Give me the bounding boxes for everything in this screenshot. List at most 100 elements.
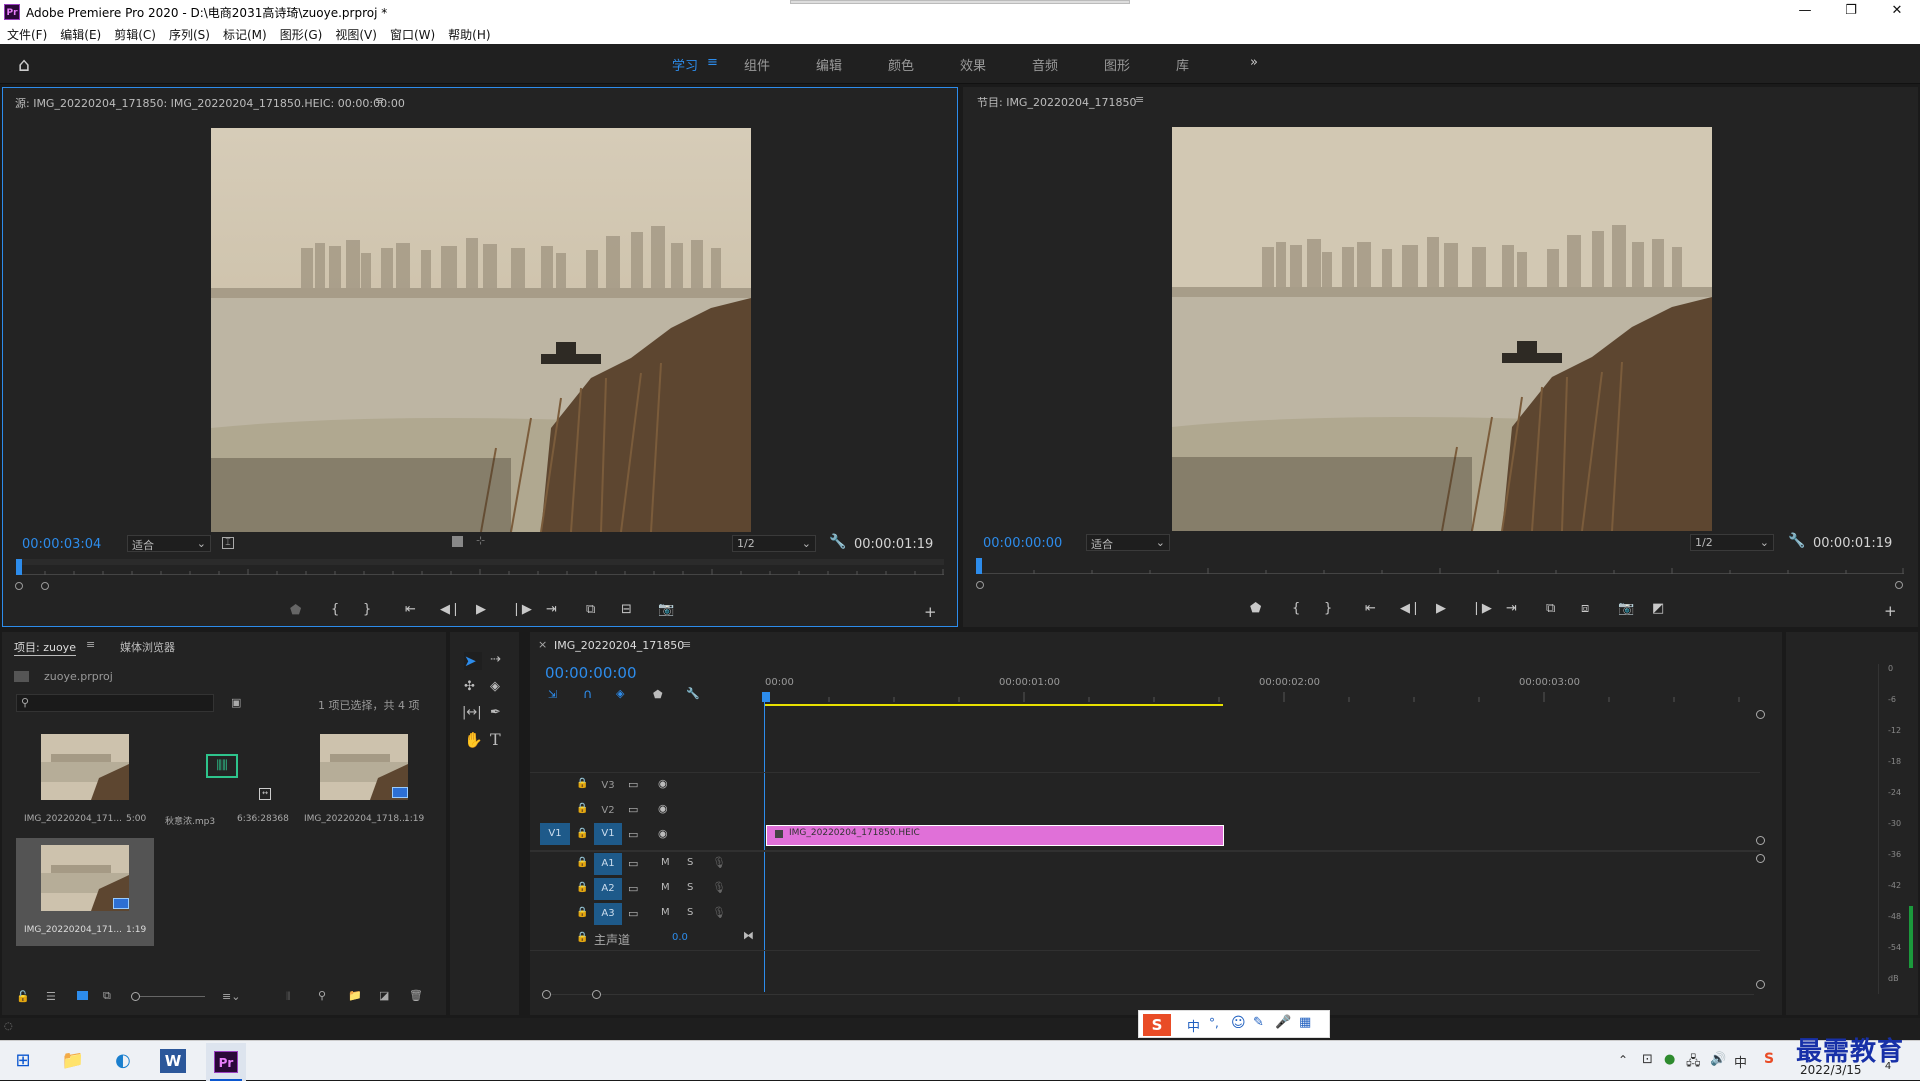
track-label-a1[interactable]: A1 — [594, 853, 622, 875]
source-monitor-title[interactable]: 源: IMG_20220204_171850: IMG_20220204_171… — [15, 95, 405, 111]
program-time-ruler[interactable] — [975, 558, 1904, 574]
h-scroll-handle[interactable] — [592, 990, 601, 999]
menu-view[interactable]: 视图(V) — [328, 24, 383, 43]
razor-tool-icon[interactable]: ◈ — [490, 679, 500, 694]
snap-icon[interactable]: ∩ — [583, 687, 593, 702]
show-hidden-icons[interactable]: ⌃ — [1618, 1053, 1628, 1067]
close-button[interactable]: ✕ — [1874, 0, 1920, 24]
zoom-slider[interactable] — [131, 992, 205, 1001]
tray-icon[interactable]: ● — [1664, 1052, 1675, 1067]
maximize-button[interactable]: ❐ — [1828, 0, 1874, 24]
workspace-libraries[interactable]: 库 — [1176, 55, 1189, 74]
workspace-effects[interactable]: 效果 — [960, 55, 986, 74]
voice-icon[interactable]: 🎤 — [1275, 1015, 1291, 1030]
lock-icon[interactable]: 🔒 — [576, 857, 588, 868]
wrench-icon[interactable]: 🔧 — [1788, 533, 1805, 549]
workspace-graphics[interactable]: 图形 — [1104, 55, 1130, 74]
film-icon[interactable]: ▭ — [628, 803, 638, 816]
h-scrollbar[interactable] — [544, 994, 1754, 995]
v-scroll-handle[interactable] — [1756, 710, 1765, 719]
workspace-learning[interactable]: 学习 — [672, 55, 698, 74]
minimize-button[interactable]: — — [1782, 0, 1828, 24]
menu-marker[interactable]: 标记(M) — [216, 24, 273, 43]
playhead-handle[interactable] — [762, 692, 770, 702]
project-item[interactable]: IMG_20220204_171... 5:00 — [16, 727, 154, 835]
film-icon[interactable]: ▭ — [628, 778, 638, 791]
workspace-assembly[interactable]: 组件 — [744, 55, 770, 74]
new-bin-from-search-icon[interactable]: ▣ — [231, 696, 241, 709]
new-item-icon[interactable]: ◪ — [379, 989, 389, 1002]
step-forward-icon[interactable]: ❘▶ — [511, 602, 532, 617]
export-frame-icon[interactable]: 📷 — [658, 602, 674, 617]
ime-mode[interactable]: 中 — [1187, 1016, 1200, 1035]
track-label-v2[interactable]: V2 — [598, 803, 618, 819]
type-tool-icon[interactable]: T — [490, 730, 501, 749]
premiere-taskbar-item[interactable]: Pr — [206, 1043, 246, 1081]
menu-sequence[interactable]: 序列(S) — [162, 24, 216, 43]
work-area-bar[interactable] — [765, 704, 1223, 706]
toolbox-icon[interactable]: ▦ — [1299, 1015, 1311, 1030]
sort-icon[interactable]: ≡⌄ — [222, 990, 240, 1003]
insert-icon[interactable]: ⧉ — [586, 602, 595, 617]
workspace-menu-icon[interactable]: ≡ — [707, 55, 718, 70]
linked-selection-icon[interactable]: ◈ — [616, 687, 624, 700]
menu-graphics[interactable]: 图形(G) — [273, 24, 329, 43]
track-select-tool-icon[interactable]: ⇢ — [490, 652, 501, 667]
lock-icon[interactable]: 🔒 — [576, 778, 588, 789]
wrench-icon[interactable]: 🔧 — [829, 534, 846, 550]
track-label-v1[interactable]: V1 — [594, 823, 622, 845]
list-view-icon[interactable]: ☰ — [46, 990, 56, 1003]
zoom-handle-left[interactable] — [15, 582, 23, 590]
overwrite-icon[interactable]: ⊟ — [621, 602, 632, 617]
lock-icon[interactable]: 🔒 — [576, 882, 588, 893]
lock-icon[interactable]: 🔒 — [576, 828, 588, 839]
a-scroll-handle[interactable] — [1756, 854, 1765, 863]
lock-icon[interactable]: 🔒 — [576, 803, 588, 814]
track-label-a2[interactable]: A2 — [594, 878, 622, 900]
word-icon[interactable]: W — [160, 1049, 186, 1073]
emoji-icon[interactable]: ☺ — [1231, 1015, 1246, 1031]
source-timecode[interactable]: 00:00:03:04 — [22, 537, 101, 552]
timeline-timecode[interactable]: 00:00:00:00 — [545, 664, 637, 682]
more-workspaces-icon[interactable]: » — [1250, 55, 1258, 70]
panel-menu-icon[interactable]: ≡ — [682, 638, 691, 651]
film-icon[interactable]: ▭ — [628, 857, 638, 870]
new-bin-icon[interactable]: 📁 — [348, 989, 362, 1002]
find-icon[interactable]: ⚲ — [318, 989, 326, 1002]
panel-menu-icon[interactable]: ≡ — [86, 638, 95, 651]
mute-button[interactable]: M — [661, 857, 670, 868]
source-video-frame[interactable] — [211, 128, 751, 532]
mic-icon[interactable]: 🎙 — [712, 906, 726, 919]
v-scroll-handle[interactable] — [1756, 836, 1765, 845]
program-zoom-select[interactable]: 适合 ⌄ — [1086, 534, 1170, 551]
ripple-edit-tool-icon[interactable]: ✣ — [464, 679, 475, 694]
project-item[interactable]: ⫼⫼ ↔ 秋意浓.mp3 6:36:28368 — [157, 727, 295, 835]
h-scroll-handle[interactable] — [542, 990, 551, 999]
project-item[interactable]: IMG_20220204_1718... 1:19 — [298, 727, 436, 835]
eye-icon[interactable]: ◉ — [658, 827, 668, 840]
file-explorer-icon[interactable]: 📁 — [56, 1047, 90, 1075]
notification-badge[interactable]: 4 — [1880, 1061, 1896, 1075]
extract-icon[interactable]: ⧈ — [1581, 601, 1589, 616]
mark-in-icon[interactable]: { — [1292, 601, 1300, 616]
volume-icon[interactable]: 🔊 — [1710, 1052, 1726, 1067]
menu-help[interactable]: 帮助(H) — [441, 24, 496, 43]
mark-out-icon[interactable]: } — [1324, 601, 1332, 616]
program-timecode[interactable]: 00:00:00:00 — [983, 536, 1062, 551]
go-to-in-icon[interactable]: ⇤ — [405, 602, 416, 617]
mark-out-icon[interactable]: } — [363, 602, 371, 617]
timeline-settings-icon[interactable]: 🔧 — [686, 687, 700, 700]
mic-icon[interactable]: 🎙 — [712, 856, 726, 869]
add-marker-icon[interactable]: ⬟ — [290, 603, 301, 618]
project-search-input[interactable]: ⚲ — [16, 694, 214, 712]
button-editor-icon[interactable]: + — [924, 603, 937, 621]
master-volume-value[interactable]: 0.0 — [672, 932, 688, 943]
sogou-logo-icon[interactable]: S — [1143, 1014, 1171, 1036]
sogou-tray-icon[interactable]: S — [1764, 1051, 1774, 1067]
edge-icon[interactable]: ◐ — [106, 1047, 140, 1075]
network-icon[interactable]: 🖧 — [1686, 1052, 1701, 1074]
source-zoom-select[interactable]: 适合 ⌄ — [127, 535, 211, 552]
zoom-handle-right[interactable] — [1895, 581, 1903, 589]
button-editor-icon[interactable]: + — [1884, 602, 1897, 620]
program-video-frame[interactable] — [1172, 127, 1712, 531]
